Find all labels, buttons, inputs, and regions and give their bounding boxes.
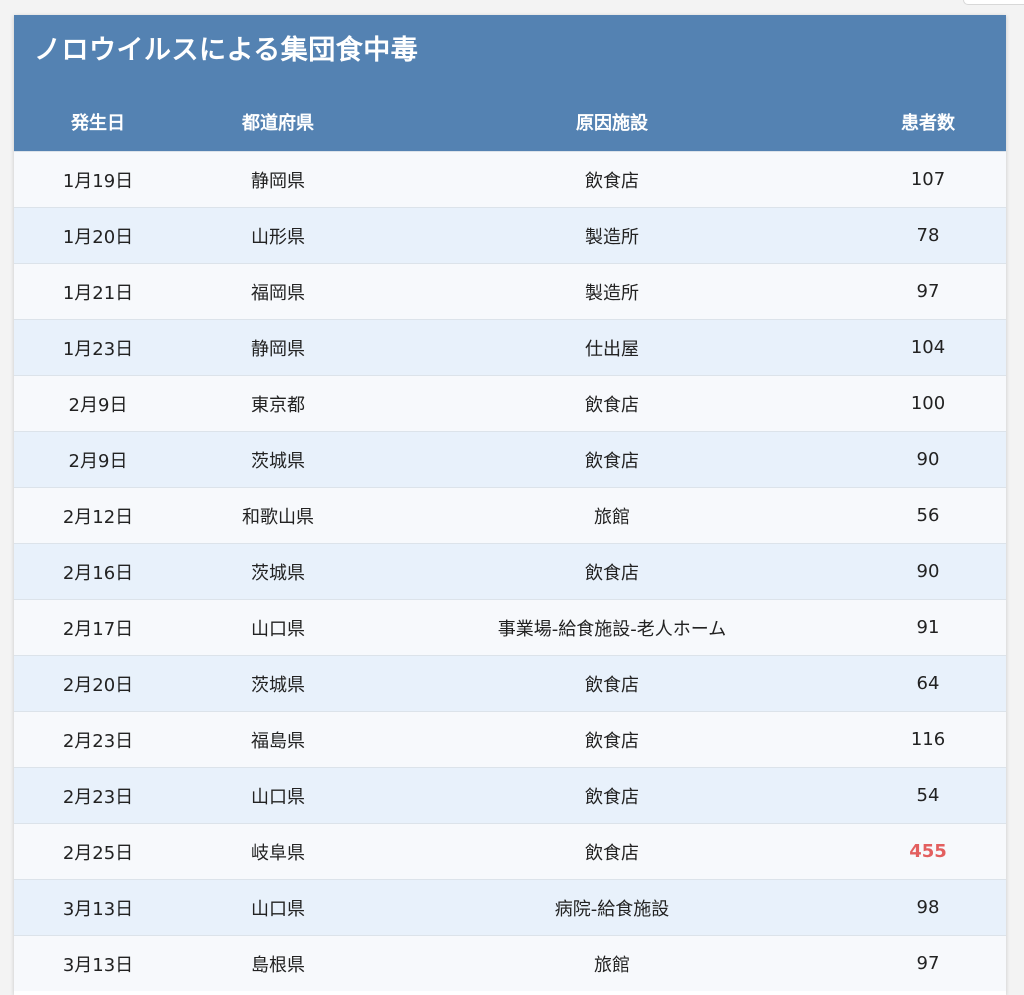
cell-facility: 仕出屋 [374, 319, 850, 376]
cell-patients: 455 [850, 823, 1006, 880]
cell-patients: 56 [850, 487, 1006, 544]
cell-prefecture: 島根県 [182, 935, 374, 991]
cell-facility: 飲食店 [374, 823, 850, 880]
cell-date: 1月23日 [14, 319, 182, 376]
cell-prefecture: 茨城県 [182, 543, 374, 600]
cell-date: 1月21日 [14, 263, 182, 320]
cell-facility: 事業場-給食施設-老人ホーム [374, 599, 850, 656]
cell-prefecture: 茨城県 [182, 431, 374, 488]
cell-date: 3月13日 [14, 879, 182, 936]
cell-facility: 飲食店 [374, 151, 850, 208]
table-row: 2月23日 福島県 飲食店 116 [14, 711, 1006, 768]
cell-prefecture: 和歌山県 [182, 487, 374, 544]
table-row: 1月23日 静岡県 仕出屋 104 [14, 319, 1006, 376]
table-row: 2月9日 東京都 飲食店 100 [14, 375, 1006, 432]
cell-facility: 製造所 [374, 207, 850, 264]
cell-patients: 98 [850, 879, 1006, 936]
table-row: 3月13日 島根県 旅館 97 [14, 935, 1006, 991]
cell-patients: 90 [850, 431, 1006, 488]
table-row: 1月20日 山形県 製造所 78 [14, 207, 1006, 264]
cell-facility: 病院-給食施設 [374, 879, 850, 936]
table-row: 1月21日 福岡県 製造所 97 [14, 263, 1006, 320]
cell-prefecture: 山口県 [182, 767, 374, 824]
cell-patients: 104 [850, 319, 1006, 376]
cell-patients: 64 [850, 655, 1006, 712]
table-body: 1月19日 静岡県 飲食店 107 1月20日 山形県 製造所 78 1月21日 福岡県 製造所 97… [14, 151, 1006, 991]
cell-facility: 飲食店 [374, 711, 850, 768]
cell-facility: 飲食店 [374, 655, 850, 712]
cell-prefecture: 福岡県 [182, 263, 374, 320]
cell-prefecture: 山口県 [182, 879, 374, 936]
table-header: 発生日 都道府県 原因施設 患者数 [14, 93, 1006, 152]
table-row: 2月9日 茨城県 飲食店 90 [14, 431, 1006, 488]
cell-prefecture: 静岡県 [182, 151, 374, 208]
table-card: ノロウイルスによる集団食中毒 発生日 都道府県 原因施設 患者数 1月19日 静岡… [14, 15, 1006, 995]
cell-patients: 116 [850, 711, 1006, 768]
cell-patients: 100 [850, 375, 1006, 432]
cell-date: 3月13日 [14, 935, 182, 991]
cell-prefecture: 静岡県 [182, 319, 374, 376]
cell-facility: 旅館 [374, 487, 850, 544]
table-row: 3月13日 山口県 病院-給食施設 98 [14, 879, 1006, 936]
cell-facility: 飲食店 [374, 431, 850, 488]
table-row: 1月19日 静岡県 飲食店 107 [14, 151, 1006, 208]
cell-patients: 91 [850, 599, 1006, 656]
cell-facility: 製造所 [374, 263, 850, 320]
cell-prefecture: 山形県 [182, 207, 374, 264]
outbreak-table: 発生日 都道府県 原因施設 患者数 1月19日 静岡県 飲食店 107 1月20日 山形県… [14, 93, 1006, 991]
cell-date: 2月9日 [14, 375, 182, 432]
cell-prefecture: 福島県 [182, 711, 374, 768]
cell-prefecture: 山口県 [182, 599, 374, 656]
cell-date: 2月23日 [14, 767, 182, 824]
cell-facility: 飲食店 [374, 767, 850, 824]
column-header-prefecture: 都道府県 [182, 93, 374, 152]
table-title: ノロウイルスによる集団食中毒 [14, 15, 1006, 93]
cell-date: 2月17日 [14, 599, 182, 656]
cell-prefecture: 岐阜県 [182, 823, 374, 880]
cell-patients: 90 [850, 543, 1006, 600]
table-row: 2月25日 岐阜県 飲食店 455 [14, 823, 1006, 880]
cell-patients: 54 [850, 767, 1006, 824]
cell-date: 2月9日 [14, 431, 182, 488]
cell-patients: 97 [850, 263, 1006, 320]
cell-date: 1月19日 [14, 151, 182, 208]
cell-date: 2月16日 [14, 543, 182, 600]
cell-date: 2月12日 [14, 487, 182, 544]
cell-prefecture: 茨城県 [182, 655, 374, 712]
header-row: 発生日 都道府県 原因施設 患者数 [14, 93, 1006, 152]
table-row: 2月23日 山口県 飲食店 54 [14, 767, 1006, 824]
cell-patients: 107 [850, 151, 1006, 208]
cell-facility: 飲食店 [374, 375, 850, 432]
cell-date: 1月20日 [14, 207, 182, 264]
cell-prefecture: 東京都 [182, 375, 374, 432]
cell-facility: 旅館 [374, 935, 850, 991]
table-row: 2月20日 茨城県 飲食店 64 [14, 655, 1006, 712]
column-header-facility: 原因施設 [374, 93, 850, 152]
table-row: 2月12日 和歌山県 旅館 56 [14, 487, 1006, 544]
column-header-patients: 患者数 [850, 93, 1006, 152]
table-row: 2月16日 茨城県 飲食店 90 [14, 543, 1006, 600]
cell-patients: 97 [850, 935, 1006, 991]
corner-tab [963, 0, 1024, 5]
cell-facility: 飲食店 [374, 543, 850, 600]
cell-date: 2月20日 [14, 655, 182, 712]
column-header-date: 発生日 [14, 93, 182, 152]
cell-date: 2月25日 [14, 823, 182, 880]
table-row: 2月17日 山口県 事業場-給食施設-老人ホーム 91 [14, 599, 1006, 656]
cell-patients: 78 [850, 207, 1006, 264]
cell-date: 2月23日 [14, 711, 182, 768]
